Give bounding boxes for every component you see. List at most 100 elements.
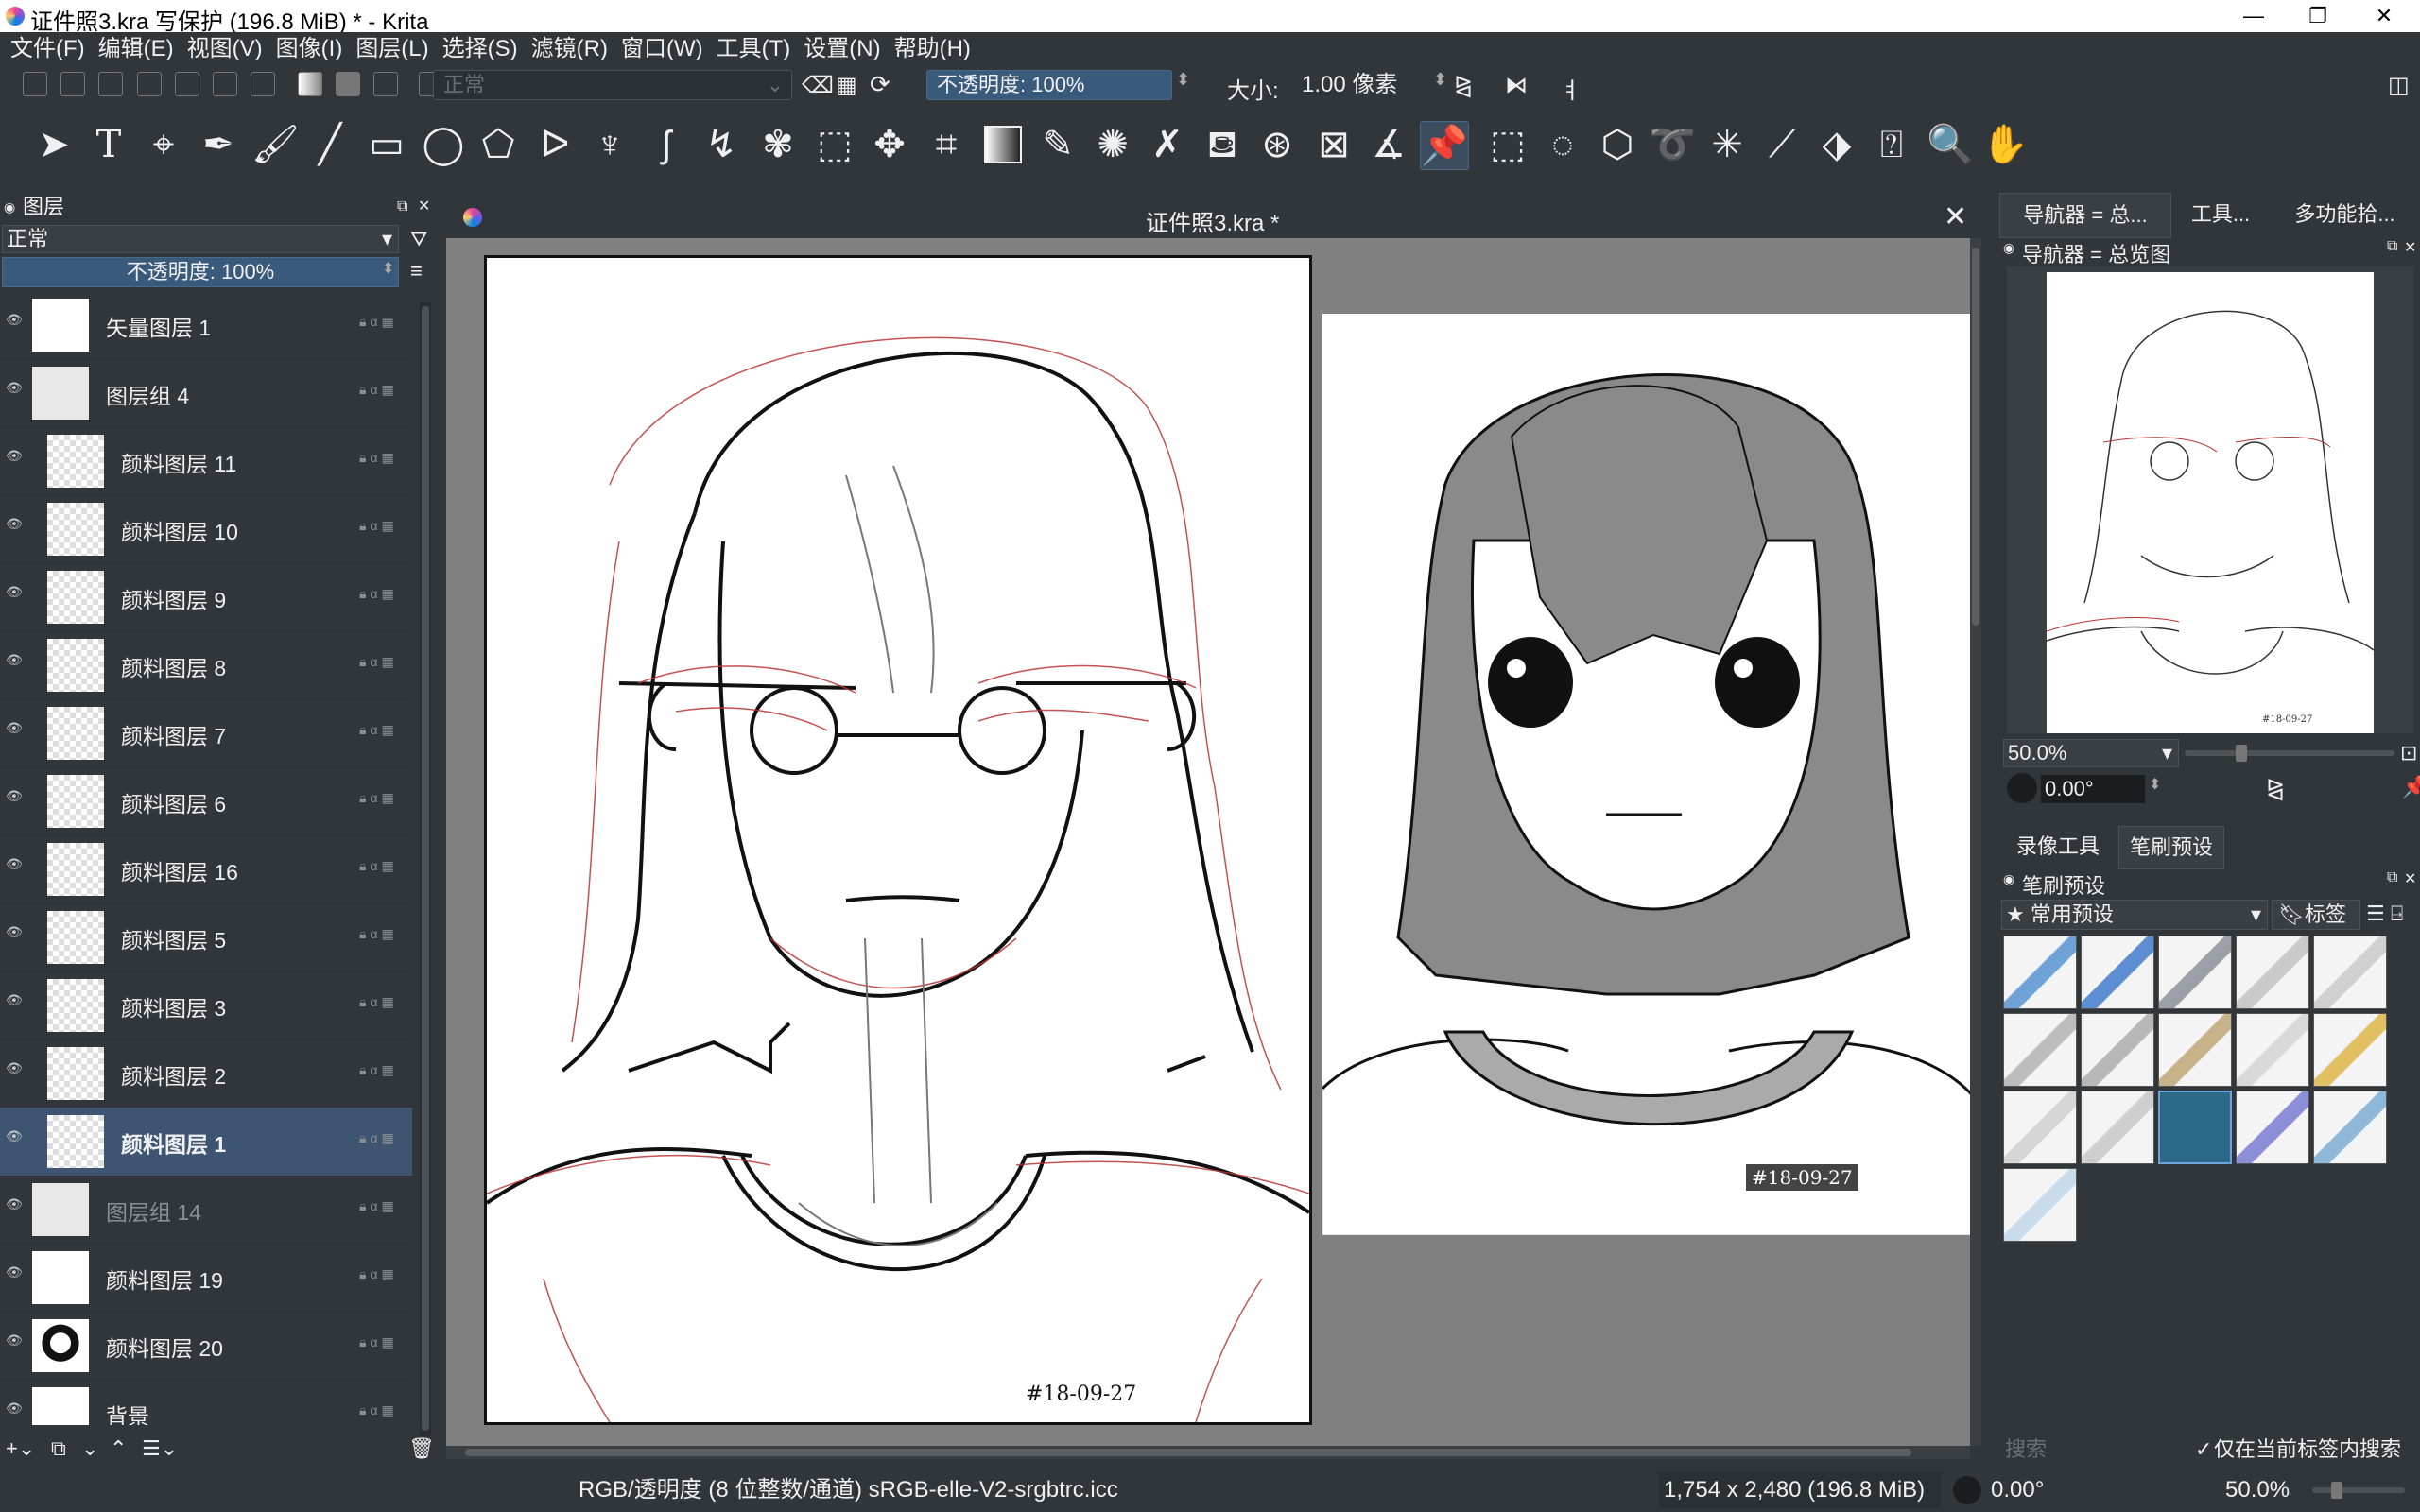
colorize-mask-tool-icon[interactable]: ✺ xyxy=(1089,121,1136,168)
layer-name[interactable]: 颜料图层 11 xyxy=(121,446,236,478)
visibility-eye-icon[interactable]: 👁︎ xyxy=(6,652,23,667)
brush-preset-item[interactable] xyxy=(2081,1013,2154,1087)
docker-lock-icon[interactable]: ◉ xyxy=(2003,240,2014,256)
pan-tool-icon[interactable]: ✋ xyxy=(1981,121,2029,168)
layer-name[interactable]: 矢量图层 1 xyxy=(106,310,211,342)
wrap-around-icon[interactable]: ㅕ xyxy=(1560,72,1581,105)
layer-lock-alpha-icons[interactable]: 🔒︎α▦ xyxy=(359,1402,398,1418)
scrollbar-thumb[interactable] xyxy=(1972,248,1979,626)
opacity-slider[interactable]: 不透明度: 100% xyxy=(926,70,1172,100)
layer-blend-mode-select[interactable]: 正常 ▾ xyxy=(2,225,399,253)
freehand-path-tool-icon[interactable]: ʃ xyxy=(643,121,690,168)
fit-view-icon[interactable]: ⊡ xyxy=(2400,741,2417,765)
filter-icon[interactable]: ⛛ xyxy=(410,227,427,251)
brush-preset-item[interactable] xyxy=(2313,1013,2387,1087)
scrollbar-thumb[interactable] xyxy=(422,306,429,1431)
layer-lock-alpha-icons[interactable]: 🔒︎α▦ xyxy=(359,382,398,398)
layer-name[interactable]: 颜料图层 8 xyxy=(121,650,226,682)
canvas-vertical-scrollbar[interactable] xyxy=(1970,238,1981,1446)
layer-lock-alpha-icons[interactable]: 🔒︎α▦ xyxy=(359,314,398,330)
document-page[interactable]: #18-09-27 xyxy=(484,255,1312,1425)
visibility-eye-icon[interactable]: 👁︎ xyxy=(6,856,23,871)
preset-group-select[interactable]: ★ 常用预设 ▾ xyxy=(2001,900,2268,930)
add-layer-icon[interactable]: +⌄ xyxy=(6,1436,35,1461)
layer-row[interactable]: 👁︎ 颜料图层 7 🔒︎α▦ xyxy=(0,699,412,768)
color-swap-icon[interactable] xyxy=(373,72,399,96)
layer-name[interactable]: 颜料图层 20 xyxy=(106,1331,223,1363)
brush-preset-item[interactable] xyxy=(2236,936,2309,1009)
brush-preset-item[interactable] xyxy=(2158,1091,2232,1164)
edit-shapes-tool-icon[interactable]: ⌖ xyxy=(140,121,187,168)
layer-name[interactable]: 颜料图层 16 xyxy=(121,854,238,886)
float-docker-icon[interactable]: ⧉ xyxy=(2387,238,2397,255)
view-mode-icon[interactable]: ☰ xyxy=(2366,902,2385,926)
layer-name[interactable]: 颜料图层 10 xyxy=(121,514,238,546)
visibility-eye-icon[interactable]: 👁︎ xyxy=(6,992,23,1007)
layer-row[interactable]: 👁︎ 背景 🔒︎α▦ xyxy=(0,1380,412,1425)
visibility-eye-icon[interactable]: 👁︎ xyxy=(6,1060,23,1075)
visibility-eye-icon[interactable]: 👁︎ xyxy=(6,1196,23,1211)
rectangular-selection-icon[interactable]: ⬚ xyxy=(1484,121,1531,168)
layer-lock-alpha-icons[interactable]: 🔒︎α▦ xyxy=(359,654,398,670)
brush-preset-item[interactable] xyxy=(2003,1091,2077,1164)
brush-preset-item[interactable] xyxy=(2081,936,2154,1009)
delete-layer-icon[interactable]: 🗑 xyxy=(408,1436,435,1461)
layer-row[interactable]: 👁︎ 颜料图层 11 🔒︎α▦ xyxy=(0,427,412,496)
menu-edit[interactable]: 编辑(E) xyxy=(92,32,181,66)
dynamic-brush-tool-icon[interactable]: ↯ xyxy=(698,121,745,168)
polygon-tool-icon[interactable]: ⬠ xyxy=(475,121,522,168)
close-document-icon[interactable]: ✕ xyxy=(1944,200,1967,233)
menu-tools[interactable]: 工具(T) xyxy=(710,32,798,66)
visibility-eye-icon[interactable]: 👁︎ xyxy=(6,788,23,803)
reference-image[interactable]: #18-09-27 xyxy=(1322,314,1975,1235)
maximize-button[interactable]: ❐ xyxy=(2288,0,2348,32)
rectangle-tool-icon[interactable]: ▭ xyxy=(363,121,410,168)
undo-icon[interactable] xyxy=(136,72,162,96)
layer-lock-alpha-icons[interactable]: 🔒︎α▦ xyxy=(359,722,398,738)
menu-view[interactable]: 视图(V) xyxy=(181,32,269,66)
layer-lock-alpha-icons[interactable]: 🔒︎α▦ xyxy=(359,926,398,942)
polyline-tool-icon[interactable]: ᐅ xyxy=(531,121,579,168)
layer-row[interactable]: 👁︎ 颜料图层 16 🔒︎α▦ xyxy=(0,835,412,904)
docker-lock-icon[interactable]: ◉ xyxy=(2003,871,2014,887)
layer-lock-alpha-icons[interactable]: 🔒︎α▦ xyxy=(359,1334,398,1350)
layer-row[interactable]: 👁︎ 颜料图层 1 🔒︎α▦ xyxy=(0,1108,412,1177)
tab-recorder[interactable]: 录像工具 xyxy=(1999,826,2117,868)
brush-preset-item[interactable] xyxy=(2158,1013,2232,1087)
assistant-tool-icon[interactable]: ⊛ xyxy=(1253,121,1301,168)
crop-icon[interactable] xyxy=(212,72,237,96)
layer-row[interactable]: 👁︎ 颜料图层 5 🔒︎α▦ xyxy=(0,903,412,972)
visibility-eye-icon[interactable]: 👁︎ xyxy=(6,1400,23,1416)
layer-lock-alpha-icons[interactable]: 🔒︎α▦ xyxy=(359,1062,398,1078)
layer-name[interactable]: 颜料图层 5 xyxy=(121,922,226,954)
close-docker-icon[interactable]: ✕ xyxy=(2404,238,2416,257)
layer-row[interactable]: 👁︎ 颜料图层 3 🔒︎α▦ xyxy=(0,971,412,1040)
layer-options-icon[interactable]: ≡ xyxy=(410,259,423,284)
perspective-grid-tool-icon[interactable]: ⊠ xyxy=(1310,121,1357,168)
menu-file[interactable]: 文件(F) xyxy=(4,32,92,66)
transform-icon[interactable] xyxy=(250,72,275,96)
brush-search-input[interactable]: 搜索 xyxy=(1999,1433,2188,1467)
status-rotation[interactable]: 0.00° xyxy=(1991,1469,2044,1512)
docker-lock-icon[interactable]: ◉ xyxy=(4,193,15,221)
status-zoom-slider[interactable] xyxy=(2312,1482,2405,1499)
layer-row[interactable]: 👁︎ 矢量图层 1 🔒︎α▦ xyxy=(0,291,412,360)
freehand-brush-tool-icon[interactable]: 🖌 xyxy=(251,121,300,168)
smart-patch-tool-icon[interactable]: ✗ xyxy=(1144,121,1191,168)
layer-row[interactable]: 👁︎ 颜料图层 10 🔒︎α▦ xyxy=(0,495,412,564)
minimize-button[interactable]: — xyxy=(2223,0,2284,32)
pattern-icon[interactable] xyxy=(336,72,361,96)
slider-handle[interactable] xyxy=(2236,745,2247,762)
layer-lock-alpha-icons[interactable]: 🔒︎α▦ xyxy=(359,450,398,466)
reference-images-tool-icon[interactable]: 📌 xyxy=(1420,121,1469,170)
elliptical-selection-icon[interactable]: ◌ xyxy=(1539,121,1586,168)
tag-button[interactable]: 🔖︎标签 xyxy=(2272,900,2360,930)
brush-preset-item[interactable] xyxy=(2236,1091,2309,1164)
layer-name[interactable]: 颜料图层 1 xyxy=(121,1126,226,1159)
layer-lock-alpha-icons[interactable]: 🔒︎α▦ xyxy=(359,518,398,534)
brush-preset-item[interactable] xyxy=(2236,1013,2309,1087)
color-picker-tool-icon[interactable]: ✎ xyxy=(1034,121,1081,168)
layer-name[interactable]: 颜料图层 3 xyxy=(121,990,226,1022)
visibility-eye-icon[interactable]: 👁︎ xyxy=(6,1332,23,1348)
gradient-icon[interactable] xyxy=(298,72,322,96)
